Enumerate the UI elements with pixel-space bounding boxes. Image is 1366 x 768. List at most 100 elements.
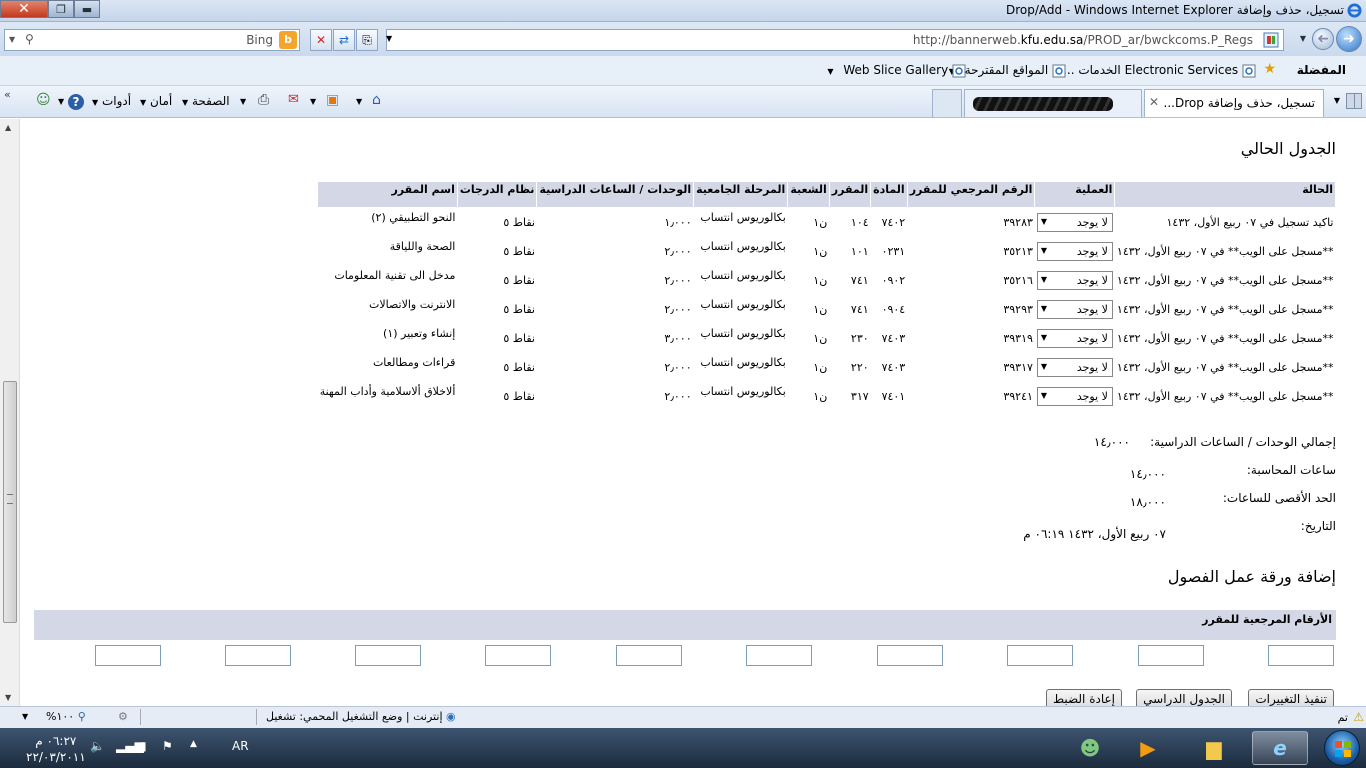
- language-indicator[interactable]: AR: [232, 739, 249, 753]
- compatibility-view-button[interactable]: ⎘: [356, 29, 378, 51]
- stop-button[interactable]: ✕: [310, 29, 332, 51]
- url-dropdown-icon[interactable]: ▼: [386, 34, 392, 43]
- crn-input-6[interactable]: [616, 645, 682, 666]
- tools-menu[interactable]: أدوات ▼: [92, 94, 131, 108]
- action-dropdown[interactable]: لا يوجد ▼: [1036, 357, 1113, 377]
- action-dropdown[interactable]: لا يوجد ▼: [1036, 212, 1113, 232]
- protected-mode-icon[interactable]: ⚙: [118, 710, 128, 723]
- taskbar-internet-explorer[interactable]: e: [1252, 731, 1308, 765]
- scroll-up-icon[interactable]: ▲: [5, 123, 11, 132]
- page-menu[interactable]: الصفحة ▼: [182, 94, 230, 108]
- scroll-down-icon[interactable]: ▼: [5, 693, 11, 702]
- class-schedule-button[interactable]: الجدول الدراسي: [1136, 689, 1232, 706]
- volume-icon[interactable]: 🔈: [90, 739, 105, 753]
- help-icon[interactable]: ?: [68, 94, 84, 110]
- reset-button[interactable]: إعادة الضبط: [1045, 689, 1122, 706]
- ie-page-icon: [952, 64, 966, 77]
- maximize-window-button[interactable]: ❐: [48, 0, 74, 18]
- taskbar-clock[interactable]: ٠٦:٢٧ م ٢٢/٠٣/٢٠١١: [26, 733, 86, 765]
- tab-drop-add[interactable]: تسجيل، حذف وإضافة Drop... ✕: [1144, 89, 1324, 117]
- forward-button[interactable]: ➜: [1312, 28, 1334, 50]
- search-input[interactable]: ▼ ⚲ Bing b: [4, 29, 300, 51]
- action-value: لا يوجد: [1076, 389, 1108, 403]
- crn-input-5[interactable]: [746, 645, 812, 666]
- zoom-dropdown-icon[interactable]: ▼: [22, 712, 28, 721]
- search-icon[interactable]: ⚲: [25, 32, 34, 46]
- home-dropdown-icon[interactable]: ▼: [356, 97, 362, 106]
- back-button[interactable]: ➜: [1336, 26, 1362, 52]
- scroll-thumb[interactable]: [3, 381, 17, 623]
- action-select: لا يوجد ▼: [1035, 324, 1115, 353]
- taskbar-windows-explorer[interactable]: ▆: [1186, 731, 1242, 765]
- tab-and-command-bar: ▼ تسجيل، حذف وإضافة Drop... ✕ ⌂ ▼ ▣ ▼ ✉ …: [0, 86, 1366, 118]
- add-favorites-star-icon[interactable]: ★: [1263, 61, 1276, 77]
- taskbar-messenger[interactable]: ☻: [1062, 731, 1118, 765]
- crn-input-4[interactable]: [877, 645, 943, 666]
- vertical-scrollbar[interactable]: ▲ ▼: [0, 119, 20, 706]
- read-mail-icon[interactable]: ✉: [288, 92, 299, 107]
- print-dropdown-icon[interactable]: ▼: [240, 97, 246, 106]
- crn-input-3[interactable]: [1007, 645, 1073, 666]
- safety-menu[interactable]: أمان ▼: [140, 94, 172, 108]
- home-icon[interactable]: ⌂: [372, 92, 381, 108]
- recent-pages-dropdown-icon[interactable]: ▼: [1300, 34, 1306, 43]
- crn-cell: ٣٩٢٩٣: [1003, 302, 1033, 316]
- action-center-flag-icon[interactable]: ⚑: [162, 739, 173, 753]
- zoom-level[interactable]: %١٠٠ ⚲: [46, 710, 86, 723]
- course-cell: ١٠١: [850, 244, 869, 258]
- submit-changes-button[interactable]: تنفيذ التغييرات: [1248, 689, 1334, 706]
- close-tab-icon[interactable]: ✕: [1149, 95, 1159, 109]
- expand-toolbar-icon[interactable]: »: [4, 88, 11, 101]
- show-hidden-icons-icon[interactable]: ▲: [190, 739, 197, 749]
- favorites-item-suggested-sites[interactable]: المواقع المقترحة ▼: [949, 63, 1066, 78]
- action-dropdown[interactable]: لا يوجد ▼: [1036, 386, 1113, 406]
- crn-input-2[interactable]: [1138, 645, 1204, 666]
- units-cell: ٢٫٠٠٠: [664, 360, 692, 374]
- favorites-item-electronic-services[interactable]: Electronic Services الخدمات ...: [1063, 63, 1256, 78]
- print-icon[interactable]: ⎙: [258, 92, 269, 108]
- crn-input-9[interactable]: [225, 645, 291, 666]
- taskbar-media-player[interactable]: ▶: [1120, 731, 1176, 765]
- ie-logo-icon: e: [1273, 736, 1287, 760]
- course-title-cell: إنشاء وتعبير (١): [383, 326, 456, 340]
- search-options-dropdown-icon[interactable]: ▼: [9, 35, 15, 44]
- crn-input-8[interactable]: [355, 645, 421, 666]
- minimize-window-button[interactable]: ▬: [74, 0, 100, 18]
- summary-value: ١٤٫٠٠٠: [1129, 467, 1166, 481]
- favorites-button[interactable]: المفضلة: [1297, 63, 1346, 77]
- help-dropdown-icon[interactable]: ▼: [58, 97, 64, 106]
- quick-tabs-icon[interactable]: [1346, 93, 1362, 109]
- network-signal-icon[interactable]: ▂▄▆: [116, 739, 144, 753]
- column-header: الشعبة: [787, 181, 830, 208]
- crn-input-1[interactable]: [1268, 645, 1334, 666]
- action-dropdown[interactable]: لا يوجد ▼: [1036, 299, 1113, 319]
- feeds-dropdown-icon[interactable]: ▼: [310, 97, 316, 106]
- windows-taskbar: e ▆ ▶ ☻ AR ▲ ⚑ ▮ ▂▄▆ 🔈 ٠٦:٢٧ م ٢٢/٠٣/٢٠١…: [0, 728, 1366, 768]
- table-row: **مسجل على الويب** في ٠٧ ربيع الأول، ١٤٣…: [318, 237, 1336, 266]
- refresh-button[interactable]: ⇄: [333, 29, 355, 51]
- status-cell: **مسجل على الويب** في ٠٧ ربيع الأول، ١٤٣…: [1116, 389, 1334, 403]
- feeds-icon[interactable]: ▣: [326, 92, 339, 108]
- redacted-tab-title: [973, 97, 1113, 111]
- action-dropdown[interactable]: لا يوجد ▼: [1036, 241, 1113, 261]
- url-field[interactable]: http://bannerweb.kfu.edu.sa/PROD_ar/bwck…: [386, 29, 1284, 51]
- action-dropdown[interactable]: لا يوجد ▼: [1036, 328, 1113, 348]
- tab-list-dropdown-icon[interactable]: ▼: [1334, 96, 1340, 105]
- url-suffix: /PROD_ar/bwckcoms.P_Regs: [1083, 33, 1253, 47]
- start-button[interactable]: [1324, 730, 1360, 766]
- new-tab-button[interactable]: [932, 89, 962, 117]
- action-dropdown[interactable]: لا يوجد ▼: [1036, 270, 1113, 290]
- ie-page-icon: [1052, 64, 1066, 77]
- crn-input-7[interactable]: [485, 645, 551, 666]
- research-icon[interactable]: ☺: [36, 92, 51, 108]
- close-window-button[interactable]: ✕: [0, 0, 48, 18]
- crn-header-label: الأرقام المرجعية للمقرر: [1202, 613, 1332, 626]
- table-row: تاكيد تسجيل في ٠٧ ربيع الأول، ١٤٣٢ لا يوج…: [318, 208, 1336, 237]
- status-text: تم: [1337, 711, 1348, 724]
- column-header: المقرر: [828, 181, 872, 208]
- favorites-item-web-slice-gallery[interactable]: Web Slice Gallery ▼: [827, 63, 966, 78]
- summary-label: ساعات المحاسبة:: [1246, 463, 1336, 477]
- security-zone[interactable]: ◉ إنترنت | وضع التشغيل المحمي: تشغيل: [266, 710, 456, 723]
- crn-input-10[interactable]: [95, 645, 161, 666]
- tab-redacted[interactable]: [964, 89, 1142, 117]
